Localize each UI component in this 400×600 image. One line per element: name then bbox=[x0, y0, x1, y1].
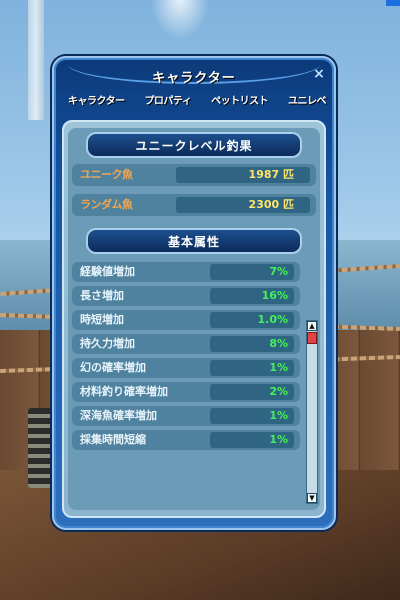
random-fish-label: ランダム魚 bbox=[80, 198, 133, 211]
attributes-scrollbar[interactable]: ▲ ▼ bbox=[306, 320, 318, 504]
window-titlebar[interactable]: キャラクター bbox=[60, 62, 328, 90]
scroll-down-icon[interactable]: ▼ bbox=[307, 493, 317, 503]
attribute-label: 時短増加 bbox=[80, 313, 124, 326]
attribute-row: 時短増加 1.0% bbox=[72, 310, 300, 330]
attributes-section-header: 基本属性 bbox=[86, 228, 302, 254]
attribute-label: 長さ増加 bbox=[80, 289, 124, 302]
attribute-row: 深海魚確率増加 1% bbox=[72, 406, 300, 426]
inner-panel: ユニークレベル釣果 ユニーク魚 1987 匹 ランダム魚 2300 匹 基本属性… bbox=[68, 128, 320, 510]
attribute-label: 採集時間短縮 bbox=[80, 433, 146, 446]
attribute-row: 幻の確率増加 1% bbox=[72, 358, 300, 378]
attribute-value: 1% bbox=[269, 433, 288, 446]
unique-fish-value: 1987 匹 bbox=[248, 168, 294, 181]
tab-pet-list[interactable]: ペットリスト bbox=[211, 92, 269, 112]
attribute-row: 経験値増加 7% bbox=[72, 262, 300, 282]
attribute-row: 長さ増加 16% bbox=[72, 286, 300, 306]
close-button[interactable]: × bbox=[312, 67, 326, 81]
window-title: キャラクター bbox=[152, 70, 236, 86]
scroll-thumb[interactable] bbox=[307, 332, 317, 344]
tab-properties[interactable]: プロパティ bbox=[144, 92, 191, 112]
attribute-value: 7% bbox=[269, 265, 288, 278]
close-icon: × bbox=[313, 66, 325, 82]
tab-unique-level[interactable]: ユニレベ bbox=[288, 92, 327, 112]
unique-fish-label: ユニーク魚 bbox=[80, 168, 133, 181]
attribute-label: 経験値増加 bbox=[80, 265, 135, 278]
tab-character[interactable]: キャラクター bbox=[68, 92, 125, 112]
attribute-row: 材料釣り確率増加 2% bbox=[72, 382, 300, 402]
character-window: キャラクター × キャラクター プロパティ ペットリスト ユニレベ ユニークレベ… bbox=[52, 56, 336, 530]
attribute-label: 幻の確率増加 bbox=[80, 361, 146, 374]
unique-fish-row: ユニーク魚 1987 匹 bbox=[72, 164, 316, 186]
content-panel: ユニークレベル釣果 ユニーク魚 1987 匹 ランダム魚 2300 匹 基本属性… bbox=[62, 120, 326, 518]
attribute-value: 8% bbox=[269, 337, 288, 350]
attribute-row: 採集時間短縮 1% bbox=[72, 430, 300, 450]
attribute-row: 持久力増加 8% bbox=[72, 334, 300, 354]
attribute-value: 2% bbox=[269, 385, 288, 398]
attribute-value: 1.0% bbox=[257, 313, 288, 326]
attribute-value: 1% bbox=[269, 409, 288, 422]
attribute-label: 深海魚確率増加 bbox=[80, 409, 157, 422]
random-fish-row: ランダム魚 2300 匹 bbox=[72, 194, 316, 216]
attribute-value: 16% bbox=[261, 289, 288, 302]
corner-indicator bbox=[386, 0, 400, 6]
lantern bbox=[28, 408, 52, 488]
mast-top bbox=[150, 0, 210, 40]
mast bbox=[28, 0, 44, 120]
tab-bar: キャラクター プロパティ ペットリスト ユニレベ bbox=[68, 92, 327, 112]
attribute-label: 材料釣り確率増加 bbox=[80, 385, 168, 398]
attribute-value: 1% bbox=[269, 361, 288, 374]
scroll-up-icon[interactable]: ▲ bbox=[307, 321, 317, 331]
random-fish-value: 2300 匹 bbox=[248, 198, 294, 211]
unique-section-header: ユニークレベル釣果 bbox=[86, 132, 302, 158]
attribute-label: 持久力増加 bbox=[80, 337, 135, 350]
